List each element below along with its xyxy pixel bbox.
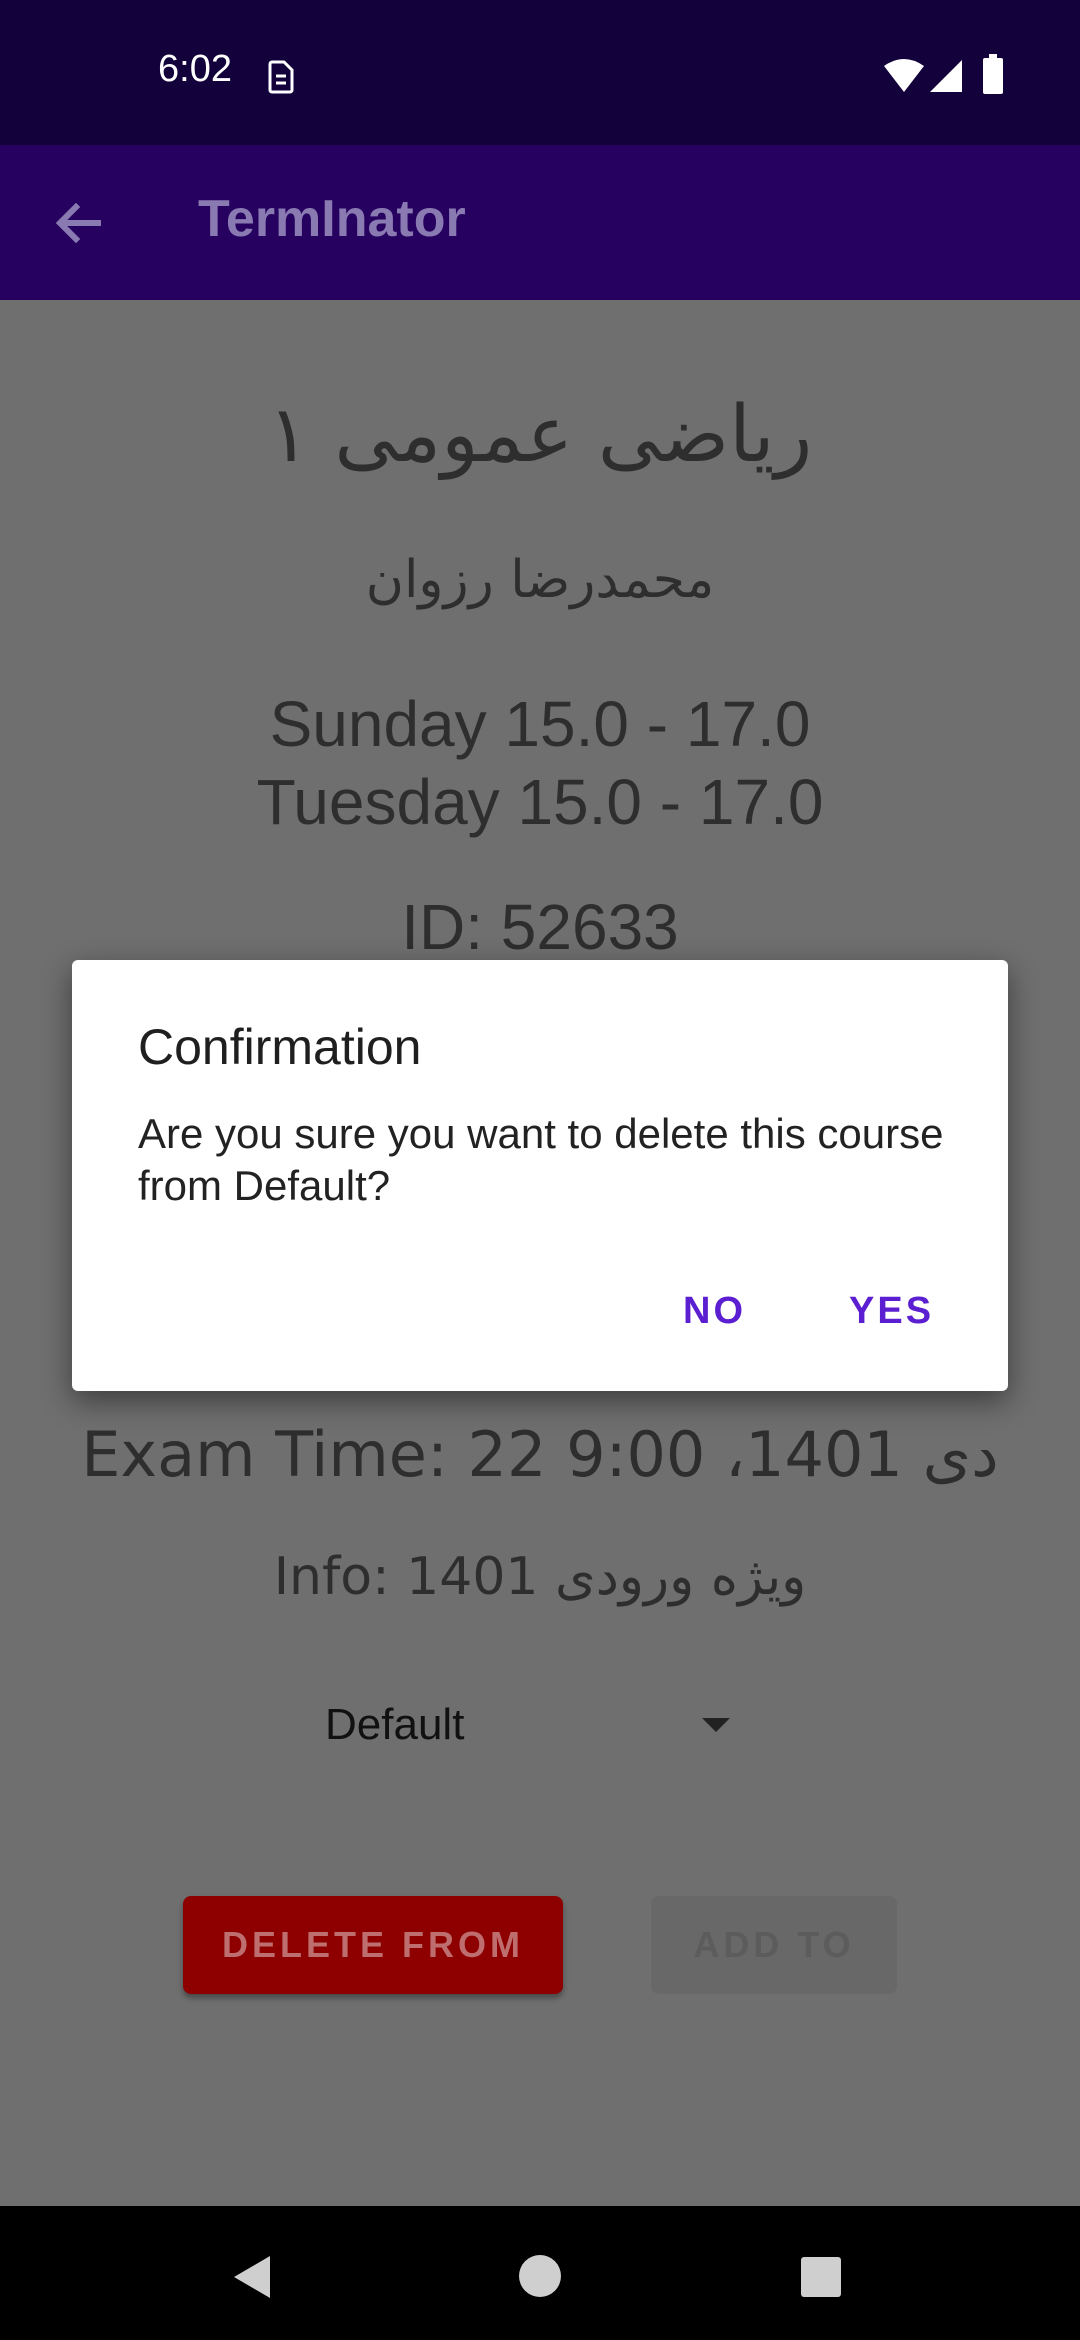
dropdown-arrow-icon (702, 1718, 730, 1732)
exam-time: Exam Time: 22 دی 1401، 9:00 (81, 1418, 999, 1491)
home-circle-icon[interactable] (518, 2254, 562, 2298)
confirmation-dialog: Confirmation Are you sure you want to de… (72, 960, 1008, 1391)
app-title: TermInator (198, 190, 466, 248)
back-arrow-icon[interactable] (50, 195, 106, 251)
course-info: Info: 1401 ویژه ورودی (273, 1547, 807, 1607)
instructor-name: محمدرضا رزوان (365, 550, 715, 610)
battery-icon (983, 54, 1003, 94)
no-button[interactable]: NO (683, 1290, 746, 1333)
course-name: ریاضی عمومی ۱ (267, 390, 813, 480)
back-triangle-icon[interactable] (232, 2254, 272, 2300)
status-bar: 6:02 (0, 0, 1080, 145)
app-bar: TermInator (0, 145, 1080, 300)
signal-icon (930, 60, 962, 92)
navigation-bar (0, 2206, 1080, 2340)
delete-from-button[interactable]: DELETE FROM (183, 1896, 563, 1994)
status-time: 6:02 (158, 48, 232, 90)
recents-square-icon[interactable] (800, 2256, 842, 2298)
course-schedule: Sunday 15.0 - 17.0 Tuesday 15.0 - 17.0 (0, 685, 1080, 841)
dialog-title: Confirmation (138, 1019, 422, 1075)
yes-button[interactable]: YES (849, 1290, 934, 1333)
term-dropdown[interactable]: Default (300, 1690, 740, 1760)
schedule-line: Sunday 15.0 - 17.0 (269, 688, 811, 760)
course-id: ID: 52633 (401, 891, 679, 963)
schedule-line: Tuesday 15.0 - 17.0 (256, 766, 824, 838)
term-dropdown-value: Default (325, 1700, 465, 1749)
dialog-message: Are you sure you want to delete this cou… (138, 1110, 944, 1209)
add-to-button[interactable]: ADD TO (651, 1896, 897, 1994)
wifi-icon (884, 59, 924, 92)
sim-icon (268, 60, 294, 94)
